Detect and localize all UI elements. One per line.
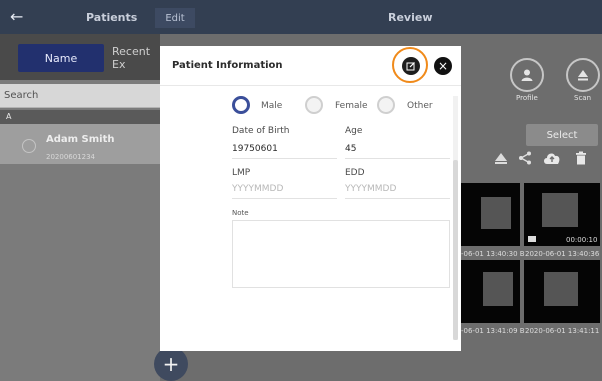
- tab-name[interactable]: Name: [18, 44, 104, 72]
- scan-label: Scan: [574, 94, 592, 102]
- scan-probe-icon: [578, 70, 588, 81]
- video-icon: [528, 236, 536, 242]
- patients-title: Patients: [86, 11, 138, 24]
- gender-other-label: Other: [407, 101, 433, 111]
- tab-recent-exams[interactable]: Recent Ex: [112, 44, 160, 72]
- thumbnail-3[interactable]: [461, 260, 520, 323]
- lmp-underline: [232, 198, 337, 199]
- gender-male-radio[interactable]: [232, 96, 250, 114]
- thumbnail-timestamp: -06-01 13:41:09 B: [461, 327, 525, 335]
- dob-underline: [232, 158, 337, 159]
- edit-icon: [406, 62, 415, 71]
- profile-label: Profile: [516, 94, 538, 102]
- patient-name: Adam Smith: [46, 134, 115, 145]
- edit-button[interactable]: [402, 57, 420, 75]
- clip-duration: 00:00:10: [566, 236, 598, 244]
- age-label: Age: [345, 126, 363, 136]
- group-header: A: [0, 110, 160, 124]
- share-icon[interactable]: [518, 151, 532, 165]
- profile-icon: [521, 69, 533, 81]
- gender-other-radio[interactable]: [377, 96, 395, 114]
- dob-label: Date of Birth: [232, 126, 290, 136]
- select-button[interactable]: Select: [526, 124, 598, 146]
- patient-id: 20200601234: [46, 153, 95, 161]
- age-underline: [345, 158, 450, 159]
- dob-field[interactable]: 19750601: [232, 144, 278, 154]
- probe-icon[interactable]: [494, 152, 508, 164]
- close-button[interactable]: ×: [434, 57, 452, 75]
- scrollbar-thumb[interactable]: [453, 160, 458, 340]
- thumbnail-4[interactable]: [524, 260, 600, 323]
- lmp-label: LMP: [232, 168, 251, 178]
- profile-button[interactable]: [510, 58, 544, 92]
- note-label: Note: [232, 209, 249, 217]
- dialog-title: Patient Information: [172, 60, 283, 71]
- scan-button[interactable]: [566, 58, 600, 92]
- avatar-icon: [22, 139, 36, 153]
- search-input[interactable]: Search: [0, 84, 160, 108]
- gender-female-label: Female: [335, 101, 368, 111]
- lmp-field[interactable]: YYYYMMDD: [232, 184, 283, 194]
- edd-label: EDD: [345, 168, 365, 178]
- add-patient-button[interactable]: +: [154, 347, 188, 381]
- edd-underline: [345, 198, 450, 199]
- edd-field[interactable]: YYYYMMDD: [345, 184, 396, 194]
- gender-male-label: Male: [261, 101, 283, 111]
- thumbnail-timestamp: 2020-06-01 13:40:36 B: [525, 250, 602, 258]
- gender-female-radio[interactable]: [305, 96, 323, 114]
- edit-button[interactable]: Edit: [155, 8, 195, 28]
- trash-icon[interactable]: [575, 151, 587, 165]
- note-textarea[interactable]: [232, 220, 450, 288]
- back-arrow-icon[interactable]: ←: [10, 8, 26, 26]
- close-icon: ×: [437, 59, 449, 73]
- thumbnail-timestamp: -06-01 13:40:30 B: [461, 250, 525, 258]
- upload-cloud-icon[interactable]: [542, 151, 562, 165]
- thumbnail-timestamp: 2020-06-01 13:41:11 B: [525, 327, 602, 335]
- thumbnail-1[interactable]: [461, 183, 520, 246]
- review-title: Review: [388, 11, 433, 24]
- age-field[interactable]: 45: [345, 144, 356, 154]
